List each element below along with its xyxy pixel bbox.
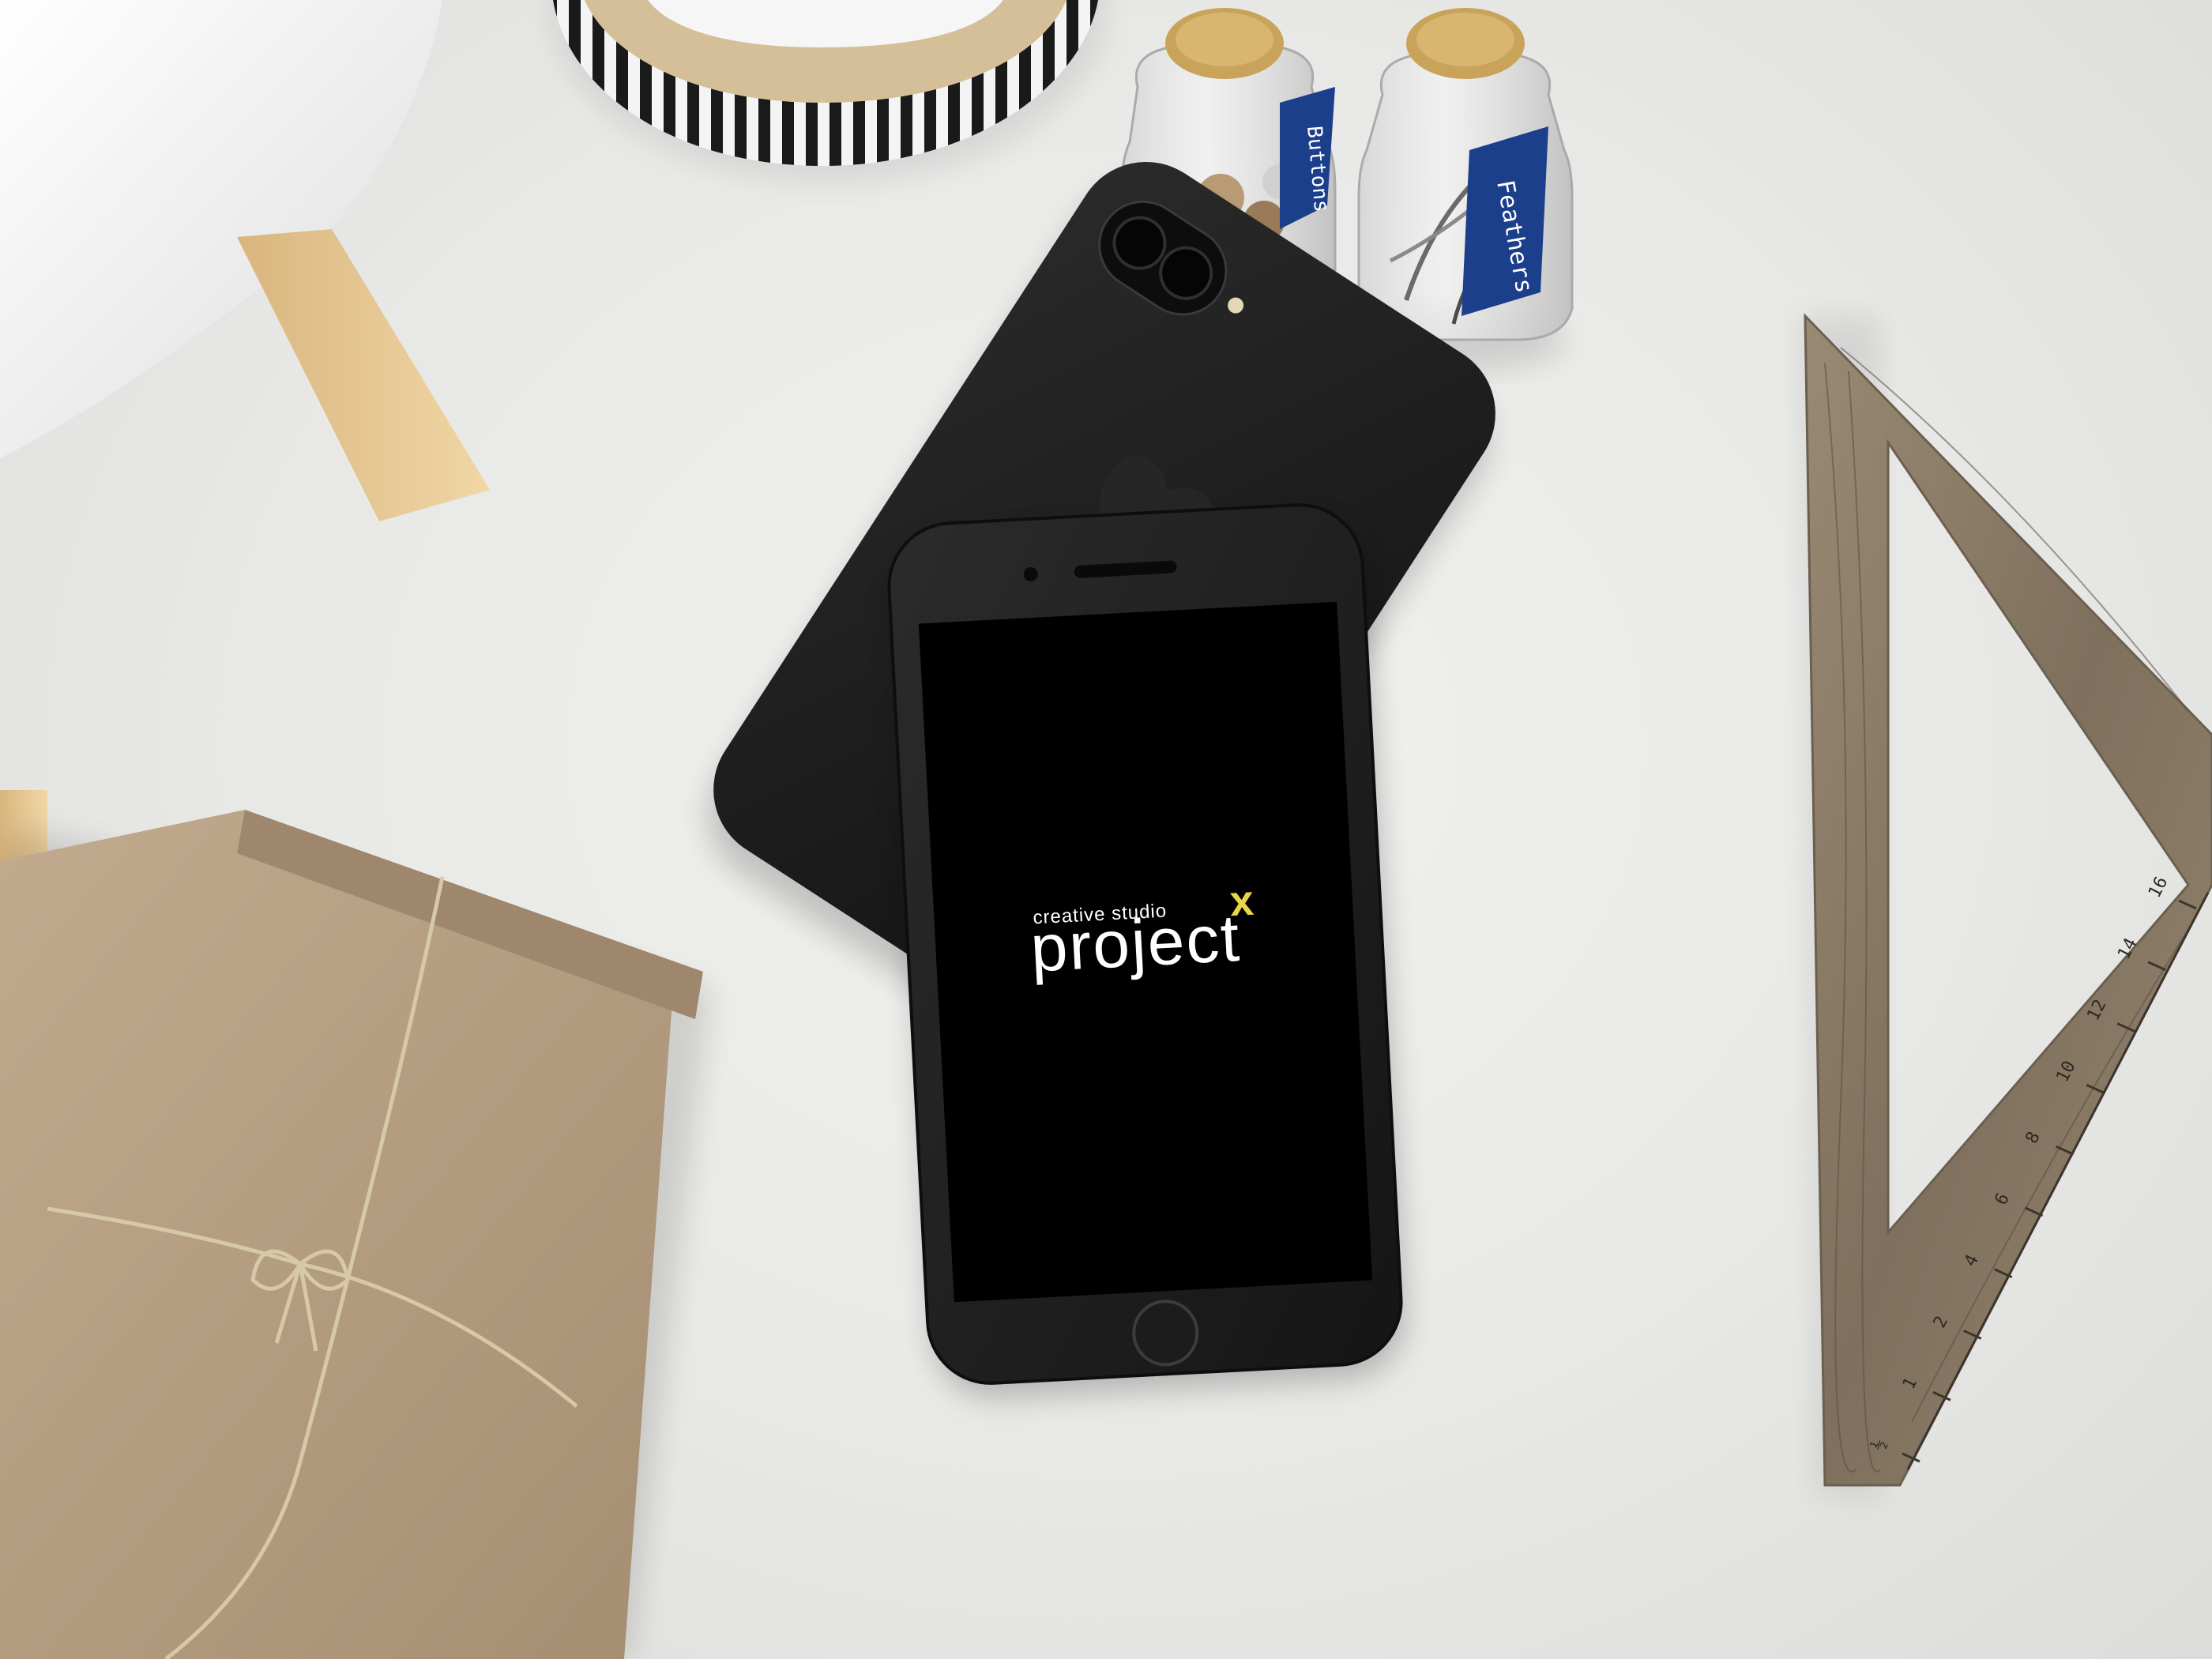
ruler-tick-label: 16 (2145, 874, 2172, 901)
phone-front: creative studio project x (887, 503, 1406, 1399)
desk-scene: Buttons Feathers ½ 1 2 4 6 8 10 12 14 16… (0, 0, 2212, 1659)
brand-mark: x (1228, 877, 1255, 925)
brand-name: project (1029, 901, 1243, 986)
scene-illustration: Buttons Feathers ½1246810121416 creative… (0, 0, 2212, 1659)
lamp-leg-right (237, 229, 490, 521)
home-button[interactable] (1132, 1300, 1199, 1367)
kraft-package (0, 810, 711, 1659)
wooden-set-square: ½1246810121416 (1801, 313, 2212, 1501)
ribbon-tin (553, 0, 1106, 182)
